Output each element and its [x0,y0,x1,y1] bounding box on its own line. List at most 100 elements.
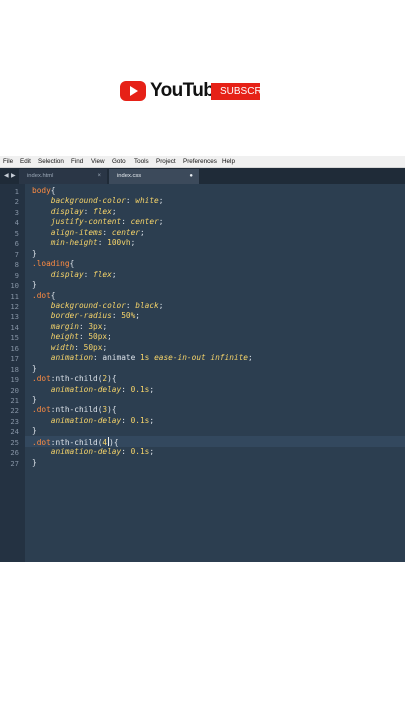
line-number-gutter: 1 2 3 4 5 6 7 8 9 10 11 12 13 14 15 16 17 18 19 20 21 22 23 24 2… [0,184,25,562]
code-token: height [50,332,79,342]
code-line: display: flex; [32,207,117,216]
code-token: { [69,259,75,269]
code-token: .dot [32,290,51,300]
menu-bar: File Edit Selection Find View Goto Tools… [0,156,405,168]
menu-view[interactable]: View [91,158,105,165]
line-number: 11 [10,291,19,301]
tab-bar: ◀ ▶ index.html × index.css ● [0,168,405,184]
line-number: 1 [14,187,19,196]
code-token: : [83,269,94,279]
code-token: ; [149,415,155,425]
code-line: } [32,395,37,404]
menu-file[interactable]: File [3,158,13,165]
code-token: : [97,238,108,248]
line-number: 7 [14,249,19,259]
code-token: 50px [83,342,103,352]
menu-tools[interactable]: Tools [134,158,149,165]
line-number: 18 [10,364,19,374]
tab-forward-icon[interactable]: ▶ [11,172,16,179]
code-line: min-height: 100vh; [32,238,136,248]
code-token: body [32,186,51,195]
code-line: .dot{ [32,291,55,300]
code-line: animation-delay: 0.1s; [32,447,154,456]
line-number: 23 [10,416,19,426]
code-editor[interactable]: 1 2 3 4 5 6 7 8 9 10 11 12 13 14 15 16 17 18 19 20 21 22 23 24 2… [0,184,405,562]
code-token: ; [130,238,136,248]
code-token: width [50,342,75,352]
code-token: ; [111,206,117,216]
code-token: ease-in-out [154,353,206,363]
menu-goto[interactable]: Goto [112,158,126,165]
code-token: display [50,269,84,279]
line-number: 16 [10,343,19,353]
code-token: 0.1s [130,447,150,457]
code-token: ; [158,217,164,227]
code-line: height: 50px; [32,332,112,341]
menu-find[interactable]: Find [71,158,83,165]
tab-index-css[interactable]: index.css ● [109,169,199,184]
close-icon[interactable]: × [97,169,101,184]
code-token: animation-delay [50,447,122,457]
tab-index-html[interactable]: index.html × [19,169,107,184]
code-token: background-color [50,300,126,310]
code-token: 50px [88,332,108,342]
code-token: center [130,217,159,227]
code-token: 3px [88,321,103,331]
menu-help[interactable]: Help [222,158,235,165]
menu-preferences[interactable]: Preferences [183,158,217,165]
code-token: ; [102,342,108,352]
menu-project[interactable]: Project [156,158,176,165]
code-token: .dot [32,405,51,415]
code-line: .loading{ [32,259,74,268]
code-token: :nth-child( [50,374,103,384]
code-token: 0.1s [130,415,150,425]
line-number: 12 [10,301,19,311]
code-token: justify-content [50,217,122,227]
tab-label: index.css [117,173,142,179]
code-token: ; [107,332,112,342]
line-number: 15 [10,333,19,343]
code-token: animation-delay [50,384,122,394]
unsaved-dot-icon[interactable]: ● [189,169,193,184]
code-token: background-color [50,196,126,206]
youtube-play-icon [120,81,146,101]
code-token: ; [158,196,164,206]
code-line: animation: animate 1s ease-in-out infini… [32,353,253,362]
code-token: ; [102,321,108,331]
menu-edit[interactable]: Edit [20,158,31,165]
code-line: } [32,426,37,435]
code-token: black [135,300,159,310]
line-number: 22 [10,406,19,416]
code-line: body{ [32,186,55,195]
code-token: } [32,280,37,290]
code-token: :nth-child( [50,437,103,447]
code-token: 100vh [107,238,131,248]
code-token: .dot [32,374,51,384]
line-number: 6 [14,239,19,249]
menu-selection[interactable]: Selection [38,158,64,165]
code-token: : [102,227,112,237]
code-line: justify-content: center; [32,217,164,227]
code-token: : [78,321,89,331]
line-number: 21 [10,396,19,405]
code-token: animation-delay [50,415,122,425]
code-line: align-items: center; [32,228,145,237]
subscribe-button[interactable]: SUBSCR [211,83,260,100]
tab-back-icon[interactable]: ◀ [4,172,9,179]
code-token: display [50,206,84,216]
code-line: .dot:nth-child(3){ [32,405,117,414]
code-token: 50% [121,311,136,321]
line-number: 20 [10,385,19,395]
code-token: .loading [32,259,70,269]
code-line: margin: 3px; [32,322,107,331]
code-token: border-radius [50,311,112,321]
